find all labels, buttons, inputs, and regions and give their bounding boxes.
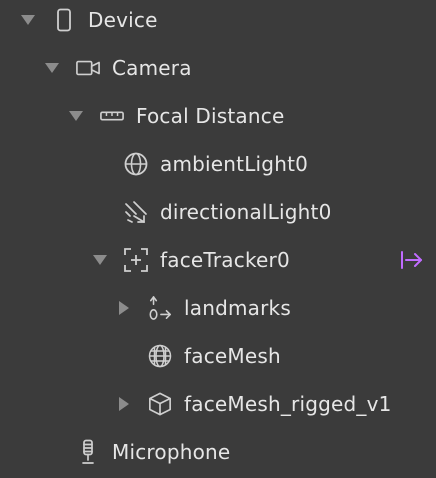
collapsed-arrow-icon[interactable] [116,300,132,316]
tree-item-label: Focal Distance [136,104,285,128]
tree-item-label: ambientLight0 [160,152,309,176]
cube-icon [148,392,172,416]
tree-item-face-tracker[interactable]: faceTracker0 [0,240,436,280]
tree-item-camera[interactable]: Camera [0,48,436,88]
face-tracker-icon [124,248,148,272]
tree-item-microphone[interactable]: Microphone [0,432,436,472]
tree-item-ambient-light[interactable]: ambientLight0 [0,144,436,184]
globe-icon [124,152,148,176]
tree-item-focal-distance[interactable]: Focal Distance [0,96,436,136]
tree-item-label: directionalLight0 [160,200,332,224]
tree-item-label: faceMesh_rigged_v1 [184,392,392,416]
tree-item-face-mesh[interactable]: faceMesh [0,336,436,376]
tree-item-label: faceTracker0 [160,248,290,272]
expand-arrow-icon[interactable] [44,60,60,76]
phone-icon [52,8,76,32]
tree-item-label: Microphone [112,440,231,464]
tree-item-directional-light[interactable]: directionalLight0 [0,192,436,232]
tree-item-face-mesh-rigged[interactable]: faceMesh_rigged_v1 [0,384,436,424]
scene-tree: Device Camera Focal Distance ambientLigh… [0,0,436,478]
tree-item-label: faceMesh [184,344,281,368]
tree-item-label: landmarks [184,296,291,320]
link-arrow-icon[interactable] [400,249,424,271]
directional-light-icon [124,200,148,224]
ruler-icon [100,104,124,128]
tree-item-label: Device [88,8,158,32]
camera-icon [76,56,100,80]
tree-item-device[interactable]: Device [0,0,436,40]
expand-arrow-icon[interactable] [92,252,108,268]
collapsed-arrow-icon[interactable] [116,396,132,412]
landmarks-icon [148,296,172,320]
expand-arrow-icon[interactable] [20,12,36,28]
mesh-globe-icon [148,344,172,368]
tree-item-landmarks[interactable]: landmarks [0,288,436,328]
expand-arrow-icon[interactable] [68,108,84,124]
microphone-icon [76,439,100,464]
tree-item-label: Camera [112,56,192,80]
